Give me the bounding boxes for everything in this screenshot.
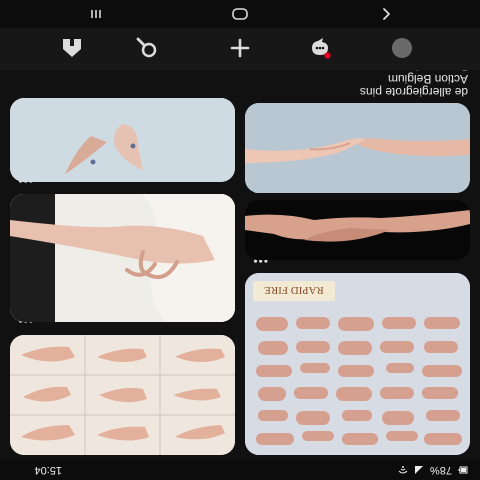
system-nav-bar xyxy=(0,0,480,28)
home-icon xyxy=(63,39,81,57)
nav-notifications-button[interactable] xyxy=(308,36,332,60)
plus-icon xyxy=(230,38,250,58)
pin-card-blue-hands[interactable] xyxy=(10,98,235,182)
pin-card-hand-collage[interactable] xyxy=(10,335,235,455)
avatar-icon xyxy=(392,38,412,58)
system-home-icon[interactable] xyxy=(231,6,249,22)
blue-hands-image xyxy=(10,98,235,182)
rapid-fire-image: RAPID FIRE xyxy=(245,273,470,455)
system-recents-icon[interactable] xyxy=(88,6,104,22)
search-icon xyxy=(136,37,157,58)
rapid-fire-label: RAPID FIRE xyxy=(264,284,324,296)
signal-icon xyxy=(414,465,424,475)
pin-title-line1: de allergiegrote pins xyxy=(359,85,468,99)
status-right: 78% xyxy=(398,464,468,476)
notification-dot-icon xyxy=(324,52,331,59)
pin-feed[interactable]: RAPID FIRE ••• ••• xyxy=(0,12,480,460)
hand-collage-image xyxy=(10,335,235,455)
nav-home-button[interactable] xyxy=(60,36,84,60)
status-time: 15:04 xyxy=(34,464,62,476)
pin-card-cloth-hand[interactable] xyxy=(10,194,235,322)
wifi-icon xyxy=(398,465,408,475)
nav-profile-button[interactable] xyxy=(390,36,414,60)
reaching-hands-image xyxy=(245,103,470,193)
pin-card-rapid-fire[interactable]: RAPID FIRE xyxy=(245,273,470,455)
system-back-icon[interactable] xyxy=(378,6,394,22)
battery-text: 78% xyxy=(429,464,452,476)
nav-search-button[interactable] xyxy=(135,36,159,60)
nav-create-button[interactable] xyxy=(228,36,252,60)
screen: 78% 15:04 RAPID FIRE ••• de allergiegrot… xyxy=(0,0,480,480)
dark-hands-image xyxy=(245,200,470,260)
bottom-nav xyxy=(0,28,480,70)
pin-card-reaching-hands[interactable] xyxy=(245,103,470,193)
rotated-canvas: 78% 15:04 RAPID FIRE ••• de allergiegrot… xyxy=(0,0,480,480)
status-bar: 78% 15:04 xyxy=(0,460,480,480)
cloth-hand-image xyxy=(10,194,235,322)
pin-title-line2: Action Belgium xyxy=(387,72,468,86)
pin-card-dark-hands[interactable] xyxy=(245,200,470,260)
battery-icon xyxy=(458,465,468,475)
